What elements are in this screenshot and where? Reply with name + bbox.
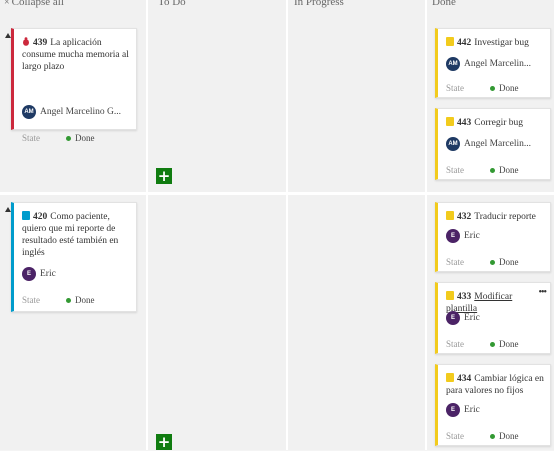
- bug-icon: [23, 37, 29, 46]
- status-dot: [66, 297, 71, 303]
- assignee: AM Angel Marcelin...: [446, 57, 531, 71]
- status-dot: [490, 259, 495, 265]
- task-card[interactable]: 434 Cambiar lógica en para valores no fij…: [435, 364, 551, 446]
- avatar: AM: [446, 137, 460, 151]
- task-icon: [446, 37, 454, 46]
- card-title: 442 Investigar bug: [446, 37, 544, 49]
- avatar: E: [446, 229, 460, 243]
- task-card[interactable]: 443 Corregir bug AM Angel Marcelin... Sta…: [435, 108, 551, 180]
- task-icon: [446, 291, 454, 300]
- in-progress-column: [288, 0, 425, 450]
- assignee: E Eric: [446, 229, 480, 243]
- column-header-done: Done: [432, 0, 456, 8]
- state-field[interactable]: State Done: [446, 165, 544, 175]
- assignee: E Eric: [446, 311, 480, 325]
- avatar: E: [446, 403, 460, 417]
- collapse-all-button[interactable]: × Collapse all: [4, 0, 64, 8]
- avatar: E: [22, 267, 36, 281]
- card-title: 443 Corregir bug: [446, 117, 544, 129]
- assignee: E Eric: [22, 267, 56, 281]
- swimlane-divider: [0, 192, 554, 195]
- book-icon: [22, 211, 30, 220]
- task-card[interactable]: 433 Modificar plantilla ••• E Eric State …: [435, 282, 551, 354]
- add-task-button[interactable]: +: [156, 168, 172, 184]
- task-card[interactable]: 442 Investigar bug AM Angel Marcelin... S…: [435, 28, 551, 98]
- column-header-in-progress: In Progress: [294, 0, 344, 8]
- state-field[interactable]: State Done: [22, 133, 130, 143]
- status-dot: [490, 85, 495, 91]
- column-header-todo: To Do: [158, 0, 186, 8]
- card-title: 432 Traducir reporte: [446, 211, 544, 223]
- close-icon: ×: [4, 0, 10, 8]
- state-field[interactable]: State Done: [446, 257, 544, 267]
- parent-card-bug[interactable]: 439 La aplicación consume mucha memoria a…: [11, 28, 137, 143]
- add-task-button[interactable]: +: [156, 434, 172, 450]
- status-dot: [490, 341, 495, 347]
- avatar: AM: [22, 105, 36, 119]
- card-title: 434 Cambiar lógica en para valores no fij…: [446, 373, 544, 396]
- status-dot: [66, 135, 71, 141]
- more-options-icon[interactable]: •••: [538, 287, 546, 298]
- parent-card-story[interactable]: 420 Como paciente, quiero que mi reporte …: [11, 202, 137, 312]
- assignee: E Eric: [446, 403, 480, 417]
- task-card[interactable]: 432 Traducir reporte E Eric State Done: [435, 202, 551, 272]
- avatar: AM: [446, 57, 460, 71]
- assignee: AM Angel Marcelino G...: [22, 105, 121, 119]
- card-title: 420 Como paciente, quiero que mi reporte …: [22, 211, 119, 258]
- task-icon: [446, 211, 454, 220]
- state-field[interactable]: State Done: [446, 431, 544, 441]
- state-field[interactable]: State Done: [22, 295, 130, 305]
- task-icon: [446, 373, 454, 382]
- avatar: E: [446, 311, 460, 325]
- card-title: 439 La aplicación consume mucha memoria a…: [22, 37, 129, 72]
- todo-column: [148, 0, 286, 450]
- state-field[interactable]: State Done: [446, 83, 544, 93]
- status-dot: [490, 433, 495, 439]
- status-dot: [490, 167, 495, 173]
- task-icon: [446, 117, 454, 126]
- state-field[interactable]: State Done: [446, 339, 544, 349]
- assignee: AM Angel Marcelin...: [446, 137, 531, 151]
